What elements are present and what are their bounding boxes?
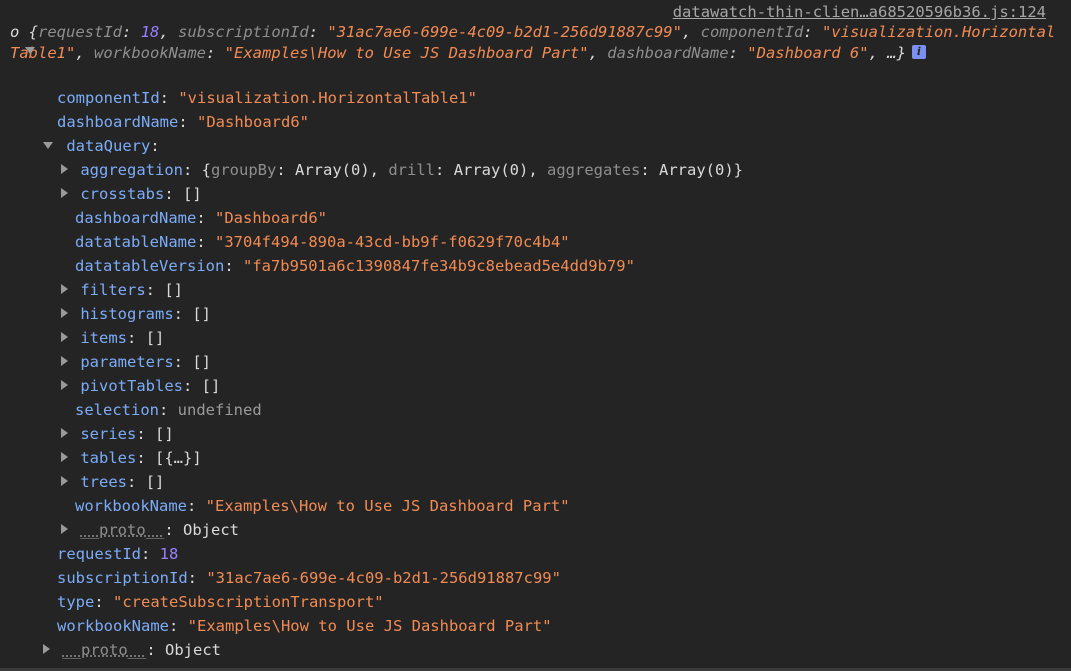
prop-items[interactable]: items: []: [61, 326, 164, 350]
summary-tail: , …}: [868, 44, 906, 62]
prop-filters[interactable]: filters: []: [61, 278, 183, 302]
object-summary[interactable]: o {requestId: 18, subscriptionId: "31ac7…: [10, 22, 1060, 64]
proto-collapsed-arrow-icon[interactable]: [43, 644, 50, 654]
source-file-link[interactable]: datawatch-thin-clien…a68520596b36.js:124: [673, 3, 1046, 21]
prop-subscriptionId: subscriptionId: "31ac7ae6-699e-4c09-b2d1…: [57, 569, 561, 587]
prop-dq-dashboardName: dashboardName: "Dashboard6": [75, 209, 327, 227]
prop-dashboardName: dashboardName: "Dashboard6": [57, 113, 309, 131]
series-collapsed-arrow-icon[interactable]: [61, 428, 68, 438]
tables-collapsed-arrow-icon[interactable]: [61, 452, 68, 462]
summary-prefix: o: [10, 23, 29, 41]
prop-requestId: requestId: 18: [57, 545, 179, 563]
prop-dataQuery[interactable]: dataQuery:: [43, 134, 160, 158]
summary-open-brace: {: [28, 23, 39, 41]
info-icon[interactable]: i: [911, 45, 926, 59]
prop-histograms[interactable]: histograms: []: [61, 302, 211, 326]
prop-tables[interactable]: tables: [{…}]: [61, 446, 202, 470]
prop-pivotTables[interactable]: pivotTables: []: [61, 374, 220, 398]
prop-dq-workbookName: workbookName: "Examples\How to Use JS Da…: [75, 497, 570, 515]
prop-datatableName: datatableName: "3704f494-890a-43cd-bb9f-…: [75, 233, 570, 251]
prop-proto[interactable]: __proto__: Object: [43, 638, 221, 662]
summary-key-componentId: componentId: [700, 23, 804, 41]
prop-aggregation[interactable]: aggregation: {groupBy: Array(0), drill: …: [61, 158, 743, 182]
summary-value-subscriptionId: "31ac7ae6-699e-4c09-b2d1-256d91887c99": [327, 23, 682, 41]
summary-value-workbookName: "Examples\How to Use JS Dashboard Part": [224, 44, 589, 62]
prop-dq-proto[interactable]: __proto__: Object: [61, 518, 239, 542]
summary-expanded-arrow-icon[interactable]: [25, 47, 35, 54]
prop-series[interactable]: series: []: [61, 422, 174, 446]
summary-key-workbookName: workbookName: [94, 44, 206, 62]
summary-value-requestId: 18: [140, 23, 160, 41]
dq-proto-collapsed-arrow-icon[interactable]: [61, 524, 68, 534]
prop-type: type: "createSubscriptionTransport": [57, 593, 384, 611]
pivotTables-collapsed-arrow-icon[interactable]: [61, 380, 68, 390]
dataQuery-expanded-arrow-icon[interactable]: [43, 141, 53, 149]
items-collapsed-arrow-icon[interactable]: [61, 332, 68, 342]
histograms-collapsed-arrow-icon[interactable]: [61, 308, 68, 318]
filters-collapsed-arrow-icon[interactable]: [61, 284, 68, 294]
trees-collapsed-arrow-icon[interactable]: [61, 476, 68, 486]
prop-trees[interactable]: trees: []: [61, 470, 164, 494]
prop-workbookName: workbookName: "Examples\How to Use JS Da…: [57, 617, 552, 635]
parameters-collapsed-arrow-icon[interactable]: [61, 356, 68, 366]
aggregation-collapsed-arrow-icon[interactable]: [61, 164, 68, 174]
summary-key-dashboardName: dashboardName: [607, 44, 729, 62]
summary-key-requestId: requestId: [38, 23, 123, 41]
summary-key-subscriptionId: subscriptionId: [178, 23, 309, 41]
prop-selection: selection: undefined: [75, 401, 262, 419]
prop-parameters[interactable]: parameters: []: [61, 350, 211, 374]
prop-datatableVersion: datatableVersion: "fa7b9501a6c1390847fe3…: [75, 257, 635, 275]
prop-crosstabs[interactable]: crosstabs: []: [61, 182, 202, 206]
crosstabs-collapsed-arrow-icon[interactable]: [61, 188, 68, 198]
summary-value-dashboardName: "Dashboard 6": [747, 44, 869, 62]
prop-componentId: componentId: "visualization.HorizontalTa…: [57, 89, 477, 107]
